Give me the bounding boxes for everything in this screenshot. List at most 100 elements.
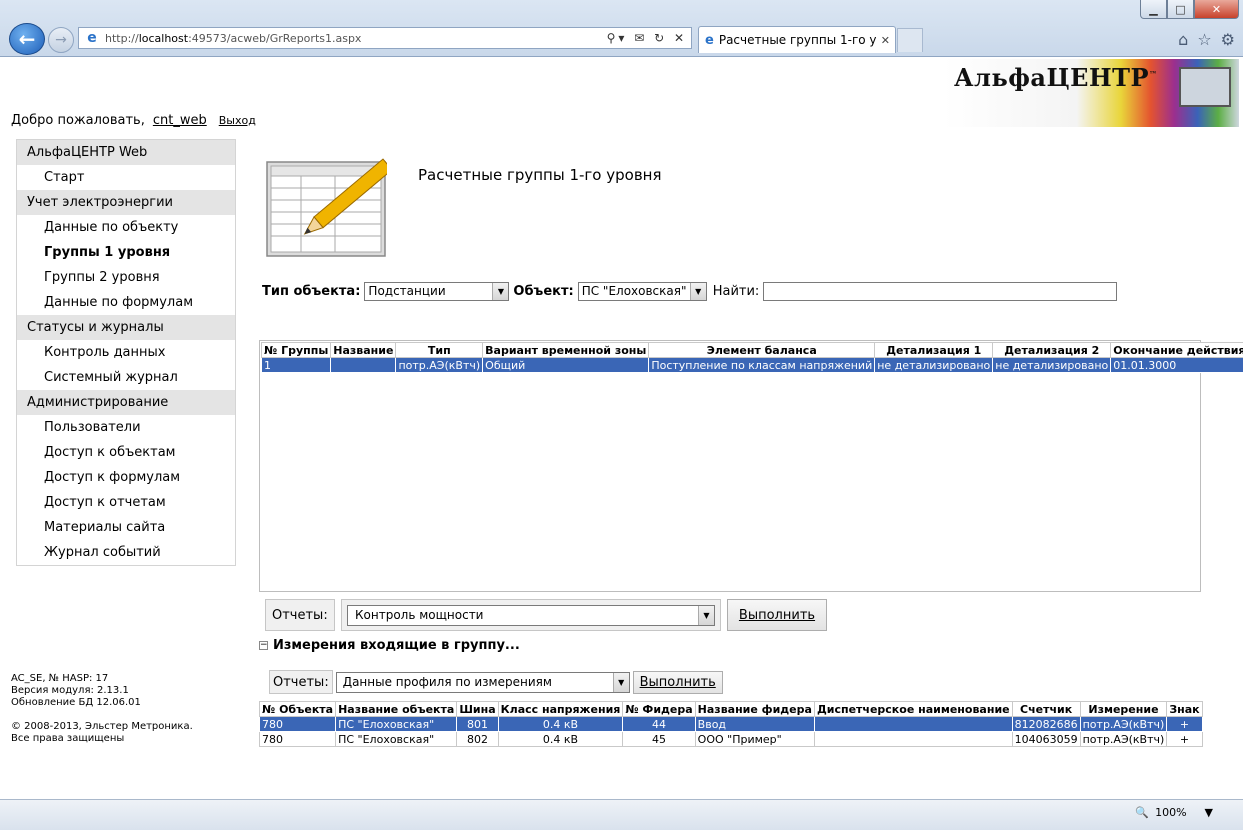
meas-column-header[interactable]: Название фидера bbox=[694, 701, 815, 717]
table-cell: + bbox=[1166, 731, 1203, 747]
table-cell: Ввод bbox=[694, 716, 815, 732]
sidebar-item[interactable]: Материалы сайта bbox=[17, 515, 235, 540]
meas-column-header[interactable]: № Объекта bbox=[258, 701, 337, 717]
close-window-button[interactable]: ✕ bbox=[1194, 0, 1239, 19]
table-row[interactable]: 780 ПС "Елоховская" 802 0.4 кВ 45 ООО "Пример… bbox=[258, 731, 1203, 747]
welcome-bar: Добро пожаловать, cnt_web Выход bbox=[11, 113, 256, 128]
sidebar-item[interactable]: Системный журнал bbox=[17, 365, 235, 390]
forward-button[interactable]: → bbox=[48, 27, 74, 53]
sidebar-item[interactable]: Доступ к отчетам bbox=[17, 490, 235, 515]
window-controls: ▁ □ ✕ bbox=[1140, 0, 1239, 19]
groups-column-header[interactable]: № Группы bbox=[260, 342, 332, 358]
status-bar: 🔍 100% ▼ bbox=[0, 799, 1243, 830]
meas-column-header[interactable]: Измерение bbox=[1079, 701, 1168, 717]
sidebar-item[interactable]: Группы 2 уровня bbox=[17, 265, 235, 290]
sidebar-section-header: Администрирование bbox=[17, 390, 235, 415]
reports-select[interactable]: Контроль мощности ▼ bbox=[347, 604, 715, 626]
execute-meas-report-button[interactable]: Выполнить bbox=[632, 670, 723, 694]
browser-chrome: ▁ □ ✕ ← → e http://localhost:49573/acweb… bbox=[0, 0, 1243, 57]
groups-column-header[interactable]: Детализация 2 bbox=[992, 342, 1112, 358]
address-url[interactable]: http://localhost:49573/acweb/GrReports1.… bbox=[105, 32, 607, 45]
table-cell: 01.01.3000 bbox=[1110, 357, 1243, 373]
sidebar-item[interactable]: Журнал событий bbox=[17, 540, 235, 565]
hasp-info: AC_SE, № HASP: 17 bbox=[11, 673, 109, 684]
module-version: Версия модуля: 2.13.1 bbox=[11, 685, 129, 696]
zoom-magnifier-icon: 🔍 bbox=[1135, 806, 1150, 819]
table-cell: 780 bbox=[258, 731, 337, 747]
meas-reports-label-box: Отчеты: bbox=[269, 670, 333, 694]
table-cell: 801 bbox=[456, 716, 499, 732]
sidebar-nav: АльфаЦЕНТР Web Старт Учет электроэнергии Да… bbox=[16, 139, 236, 566]
url-prefix: http:// bbox=[105, 31, 139, 45]
sidebar-item[interactable]: Данные по объекту bbox=[17, 215, 235, 240]
zoom-dropdown-icon[interactable]: ▼ bbox=[1205, 806, 1213, 819]
sidebar-item[interactable]: Старт bbox=[17, 165, 235, 190]
username-link[interactable]: cnt_web bbox=[153, 113, 207, 128]
measurements-title: Измерения входящие в группу... bbox=[273, 638, 520, 653]
table-cell: не детализировано bbox=[874, 357, 994, 373]
table-cell: ООО "Пример" bbox=[694, 731, 815, 747]
reports-label: Отчеты: bbox=[272, 607, 328, 623]
address-bar[interactable]: e http://localhost:49573/acweb/GrReports… bbox=[78, 27, 692, 49]
groups-column-header[interactable]: Окончание действия bbox=[1110, 342, 1243, 358]
groups-column-header[interactable]: Детализация 1 bbox=[874, 342, 994, 358]
table-cell: 802 bbox=[456, 731, 499, 747]
meas-column-header[interactable]: Знак bbox=[1166, 701, 1203, 717]
sidebar-item[interactable]: Данные по формулам bbox=[17, 290, 235, 315]
object-select[interactable]: ПС "Елоховская" ▼ bbox=[577, 281, 707, 301]
maximize-button[interactable]: □ bbox=[1167, 0, 1194, 19]
meas-reports-select[interactable]: Данные профиля по измерениям ▼ bbox=[335, 671, 630, 693]
rights-reserved: Все права защищены bbox=[11, 733, 125, 744]
new-tab-button[interactable] bbox=[897, 28, 923, 52]
address-controls[interactable]: ⚲▾ ✉ ↻ ✕ bbox=[607, 31, 691, 45]
reports-select-box: Контроль мощности ▼ bbox=[341, 599, 721, 631]
reports-label-box: Отчеты: bbox=[265, 599, 335, 631]
meas-column-header[interactable]: Класс напряжения bbox=[497, 701, 624, 717]
page-content: АльфаЦЕНТР™ Добро пожаловать, cnt_web Выхо… bbox=[0, 57, 1243, 799]
meas-column-header[interactable]: Шина bbox=[456, 701, 499, 717]
collapse-toggle-icon[interactable]: − bbox=[259, 641, 268, 650]
measurements-section-header[interactable]: − Измерения входящие в группу... bbox=[259, 638, 520, 653]
groups-column-header[interactable]: Название bbox=[330, 342, 397, 358]
table-row[interactable]: 1 потр.АЭ(кВтч) Общий Поступление по класса… bbox=[260, 357, 1243, 373]
table-row[interactable]: 780 ПС "Елоховская" 801 0.4 кВ 44 Ввод 8120826… bbox=[258, 716, 1203, 732]
sidebar-item[interactable]: Доступ к формулам bbox=[17, 465, 235, 490]
meas-column-header[interactable]: Диспетчерское наименование bbox=[813, 701, 1013, 717]
find-label: Найти: bbox=[712, 283, 760, 299]
table-cell: + bbox=[1166, 716, 1203, 732]
object-type-label: Тип объекта: bbox=[262, 283, 361, 299]
groups-column-header[interactable]: Элемент баланса bbox=[648, 342, 876, 358]
browser-tools: ⌂ ☆ ⚙ bbox=[1178, 30, 1235, 49]
sidebar-item[interactable]: Группы 1 уровня bbox=[17, 240, 235, 265]
zoom-control[interactable]: 🔍 100% ▼ bbox=[1135, 806, 1213, 819]
groups-column-header[interactable]: Тип bbox=[395, 342, 484, 358]
meas-header-row: № Объекта Название объекта Шина Класс напря… bbox=[258, 701, 1203, 717]
tab-close-icon[interactable]: ✕ bbox=[876, 34, 895, 47]
meas-column-header[interactable]: Счетчик bbox=[1011, 701, 1081, 717]
favorites-star-icon[interactable]: ☆ bbox=[1197, 30, 1211, 49]
minimize-button[interactable]: ▁ bbox=[1140, 0, 1167, 19]
table-cell bbox=[813, 731, 1013, 747]
meas-column-header[interactable]: Название объекта bbox=[335, 701, 458, 717]
object-type-select[interactable]: Подстанции ▼ bbox=[364, 281, 510, 301]
groups-header-row: № Группы Название Тип Вариант временной зон… bbox=[260, 342, 1243, 358]
sidebar-item[interactable]: Доступ к объектам bbox=[17, 440, 235, 465]
table-cell bbox=[813, 716, 1013, 732]
execute-report-button[interactable]: Выполнить bbox=[727, 599, 827, 631]
back-arrow-icon: ← bbox=[18, 27, 36, 51]
forward-arrow-icon: → bbox=[55, 32, 67, 48]
meas-column-header[interactable]: № Фидера bbox=[622, 701, 696, 717]
back-button[interactable]: ← bbox=[9, 23, 45, 55]
groups-body: 1 потр.АЭ(кВтч) Общий Поступление по класса… bbox=[260, 357, 1243, 373]
sidebar-item[interactable]: Контроль данных bbox=[17, 340, 235, 365]
home-icon[interactable]: ⌂ bbox=[1178, 30, 1188, 49]
filter-bar: Тип объекта: Подстанции ▼ Объект: ПС "Ел… bbox=[262, 281, 1118, 301]
gear-icon[interactable]: ⚙ bbox=[1221, 30, 1235, 49]
table-cell: ПС "Елоховская" bbox=[335, 716, 458, 732]
browser-tab[interactable]: e Расчетные группы 1-го ур... ✕ bbox=[698, 26, 896, 53]
dropdown-arrow-icon: ▼ bbox=[698, 605, 714, 625]
logout-link[interactable]: Выход bbox=[219, 114, 256, 127]
sidebar-item[interactable]: Пользователи bbox=[17, 415, 235, 440]
find-input[interactable] bbox=[763, 281, 1118, 301]
groups-column-header[interactable]: Вариант временной зоны bbox=[482, 342, 650, 358]
